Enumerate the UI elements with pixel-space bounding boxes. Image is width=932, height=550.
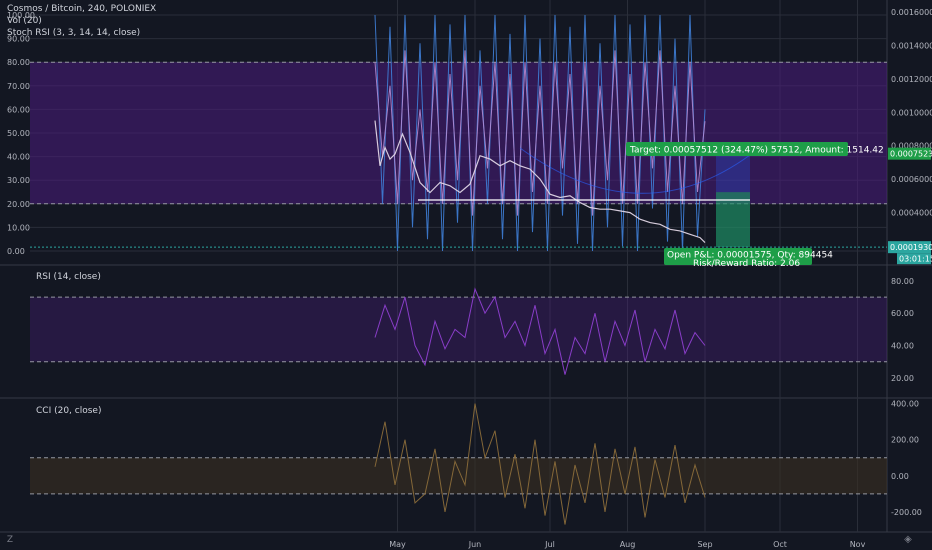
stoch-tick-label: 10.00 — [7, 223, 30, 232]
price-tick-label: 0.00060000 — [891, 175, 932, 184]
risk-reward-label: Risk/Reward Ratio: 2.06 — [693, 259, 800, 269]
entry-price-tag: 0.00019300 — [890, 243, 932, 252]
stoch-tick-label: 80.00 — [7, 58, 30, 67]
stoch-tick-label: 60.00 — [7, 105, 30, 114]
time-tick-label: Jun — [468, 540, 482, 549]
rsi-tick-label: 60.00 — [891, 309, 914, 318]
cci-band-fill — [30, 457, 887, 494]
cci-tick-label: 200.00 — [891, 436, 919, 445]
price-tick-label: 0.00040000 — [891, 209, 932, 218]
settings-icon[interactable]: ◈ — [902, 534, 914, 546]
symbol-legend[interactable]: Cosmos / Bitcoin, 240, POLONIEX — [7, 4, 156, 15]
time-tick-label: Oct — [773, 540, 787, 549]
volume-legend[interactable]: Vol (20) — [7, 16, 42, 27]
rsi-tick-label: 40.00 — [891, 342, 914, 351]
cci-tick-label: -200.00 — [891, 508, 922, 517]
time-tick-label: Aug — [620, 540, 636, 549]
stoch-tick-label: 20.00 — [7, 200, 30, 209]
stoch-tick-label: 70.00 — [7, 82, 30, 91]
cci-tick-label: 0.00 — [891, 472, 909, 481]
stoch-rsi-legend[interactable]: Stoch RSI (3, 3, 14, 14, close) — [7, 28, 140, 39]
price-tick-label: 0.00140000 — [891, 41, 932, 50]
time-tick-label: Jul — [544, 540, 555, 549]
stoch-tick-label: 40.00 — [7, 153, 30, 162]
price-tick-label: 0.00160000 — [891, 8, 932, 17]
price-tick-label: 0.00120000 — [891, 75, 932, 84]
cci-legend[interactable]: CCI (20, close) — [36, 406, 101, 416]
time-tick-label: May — [389, 540, 406, 549]
rsi-legend[interactable]: RSI (14, close) — [36, 272, 101, 282]
cci-tick-label: 400.00 — [891, 400, 919, 409]
time-tick-label: Nov — [850, 540, 866, 549]
rsi-band-fill — [30, 297, 887, 362]
price-tick-label: 0.00100000 — [891, 108, 932, 117]
stoch-tick-label: 0.00 — [7, 247, 25, 256]
target-price-tag: 0.00075237 — [890, 150, 932, 159]
timezone-icon[interactable]: Z — [4, 534, 16, 546]
target-label: Target: 0.00057512 (324.47%) 57512, Amou… — [629, 146, 884, 156]
stoch-tick-label: 30.00 — [7, 176, 30, 185]
chart-canvas[interactable]: Target: 0.00057512 (324.47%) 57512, Amou… — [0, 0, 932, 550]
time-tick-label: Sep — [697, 540, 712, 549]
rsi-tick-label: 80.00 — [891, 277, 914, 286]
rsi-tick-label: 20.00 — [891, 374, 914, 383]
countdown-tag: 03:01:15 — [899, 255, 932, 264]
stoch-tick-label: 50.00 — [7, 129, 30, 138]
